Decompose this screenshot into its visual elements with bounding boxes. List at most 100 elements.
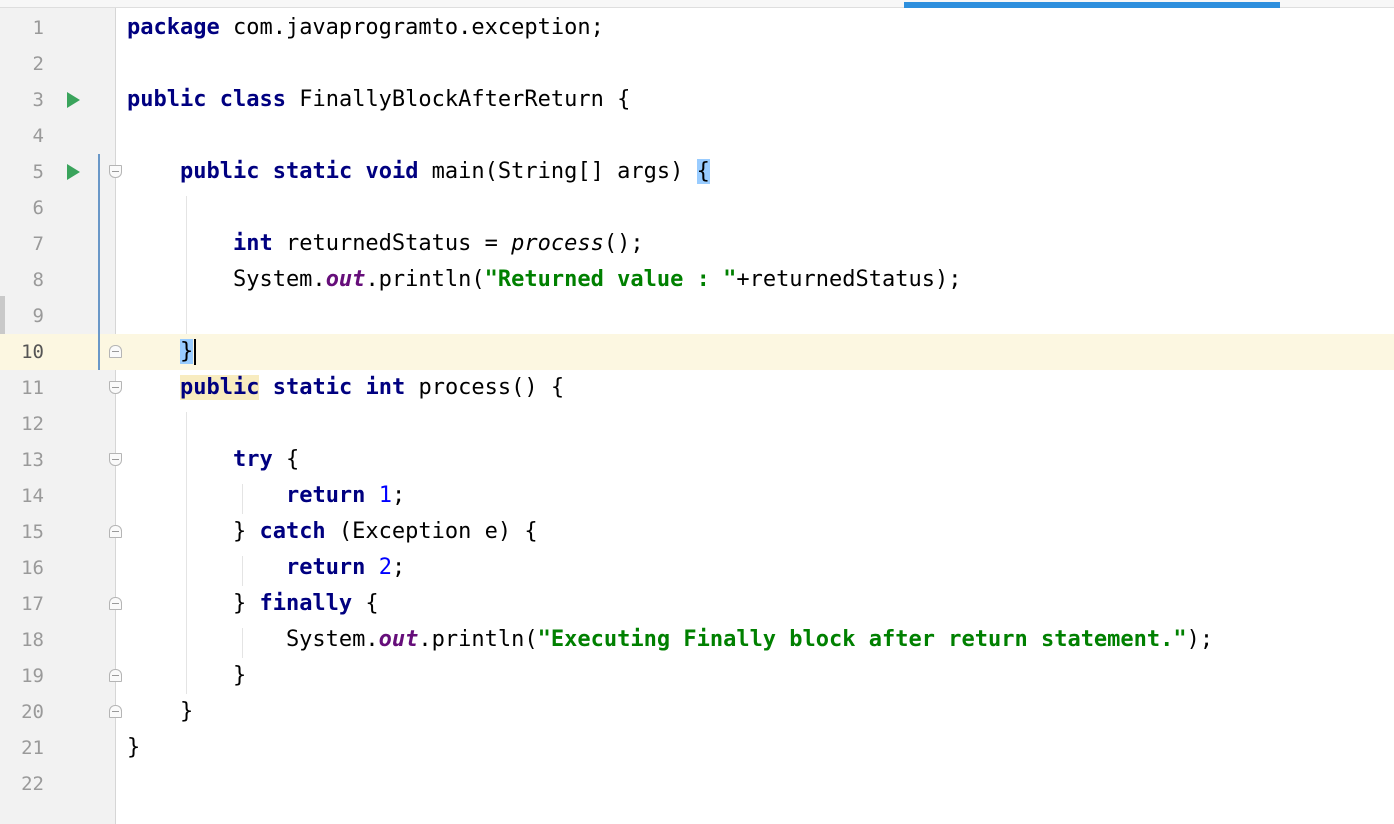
run-gutter-icon[interactable] xyxy=(67,92,80,108)
line-number: 19 xyxy=(21,665,44,687)
code-token: com.javaprogramto.exception; xyxy=(219,15,604,40)
fold-end-icon[interactable] xyxy=(109,525,122,538)
run-gutter-icon[interactable] xyxy=(67,164,80,180)
code-text[interactable]: public static int process() { xyxy=(127,370,564,406)
vcs-change-marker[interactable] xyxy=(98,226,100,262)
code-text[interactable]: int returnedStatus = process(); xyxy=(127,226,644,262)
code-text[interactable]: package com.javaprogramto.exception; xyxy=(127,10,604,46)
code-token: ; xyxy=(391,555,406,580)
vcs-change-marker[interactable] xyxy=(98,298,100,334)
code-line[interactable]: 11 public static int process() { xyxy=(0,370,1394,406)
fold-end-icon[interactable] xyxy=(109,669,122,682)
code-line[interactable]: 7 int returnedStatus = process(); xyxy=(0,226,1394,262)
code-line[interactable]: 22 xyxy=(0,766,1394,802)
code-token: System. xyxy=(127,267,326,292)
line-number: 13 xyxy=(21,449,44,471)
code-token: "Executing Finally block after return st… xyxy=(537,627,1187,652)
line-number: 14 xyxy=(21,485,44,507)
indent-guide xyxy=(186,412,187,694)
code-token: process() { xyxy=(405,375,565,400)
fold-start-icon[interactable] xyxy=(109,453,122,466)
code-text[interactable]: System.out.println("Executing Finally bl… xyxy=(127,622,1213,658)
code-line[interactable]: 14 return 1; xyxy=(0,478,1394,514)
code-token: +returnedStatus); xyxy=(736,267,962,292)
code-text[interactable]: } finally { xyxy=(127,586,379,622)
indent-guide xyxy=(242,628,243,658)
code-token: public xyxy=(179,375,260,400)
code-token: out xyxy=(325,267,366,292)
line-number: 10 xyxy=(21,341,44,363)
code-line[interactable]: 19 } xyxy=(0,658,1394,694)
code-text[interactable]: } xyxy=(127,334,197,370)
code-line[interactable]: 6 xyxy=(0,190,1394,226)
code-token: } xyxy=(179,339,194,364)
code-text[interactable]: try { xyxy=(127,442,299,478)
code-line[interactable]: 9 xyxy=(0,298,1394,334)
code-line[interactable]: 20 } xyxy=(0,694,1394,730)
code-line[interactable]: 16 return 2; xyxy=(0,550,1394,586)
code-token: return xyxy=(285,555,366,580)
code-token: } xyxy=(127,591,260,616)
fold-end-icon[interactable] xyxy=(109,345,122,358)
active-tab-indicator xyxy=(904,2,1280,8)
line-number: 8 xyxy=(32,269,44,291)
code-line[interactable]: 13 try { xyxy=(0,442,1394,478)
code-token: (); xyxy=(603,231,644,256)
vcs-change-marker[interactable] xyxy=(98,334,100,370)
code-token: process xyxy=(511,231,604,256)
code-line[interactable]: 12 xyxy=(0,406,1394,442)
code-token: ); xyxy=(1186,627,1214,652)
line-number: 22 xyxy=(21,773,44,795)
code-token: return xyxy=(285,483,366,508)
code-text[interactable]: } catch (Exception e) { xyxy=(127,514,538,550)
fold-start-icon[interactable] xyxy=(109,165,122,178)
line-number: 7 xyxy=(32,233,44,255)
code-line[interactable]: 18 System.out.println("Executing Finally… xyxy=(0,622,1394,658)
code-line[interactable]: 10 } xyxy=(0,334,1394,370)
code-text[interactable]: return 2; xyxy=(127,550,405,586)
code-line[interactable]: 17 } finally { xyxy=(0,586,1394,622)
code-line[interactable]: 2 xyxy=(0,46,1394,82)
fold-end-icon[interactable] xyxy=(109,705,122,718)
code-token: System. xyxy=(127,627,379,652)
text-caret xyxy=(194,339,197,365)
line-number: 2 xyxy=(32,53,44,75)
code-line[interactable]: 8 System.out.println("Returned value : "… xyxy=(0,262,1394,298)
code-text[interactable]: System.out.println("Returned value : "+r… xyxy=(127,262,962,298)
code-token: { xyxy=(272,447,300,472)
code-editor[interactable]: 1 package com.javaprogramto.exception; 2 3 p… xyxy=(0,10,1394,802)
code-text[interactable]: } xyxy=(127,730,140,766)
code-token: { xyxy=(352,591,379,616)
vcs-change-marker[interactable] xyxy=(98,190,100,226)
line-number: 1 xyxy=(32,17,44,39)
code-line[interactable]: 3 public class FinallyBlockAfterReturn { xyxy=(0,82,1394,118)
code-text[interactable]: public static void main(String[] args) { xyxy=(127,154,710,190)
line-number: 9 xyxy=(32,305,44,327)
fold-end-icon[interactable] xyxy=(109,597,122,610)
line-number: 21 xyxy=(21,737,44,759)
code-line[interactable]: 21} xyxy=(0,730,1394,766)
code-token: .println( xyxy=(418,627,538,652)
code-line[interactable]: 4 xyxy=(0,118,1394,154)
vcs-change-marker[interactable] xyxy=(98,154,100,190)
code-token: class xyxy=(219,87,286,112)
vcs-change-marker[interactable] xyxy=(98,262,100,298)
line-number: 18 xyxy=(21,629,44,651)
code-line[interactable]: 5 public static void main(String[] args)… xyxy=(0,154,1394,190)
code-text[interactable]: } xyxy=(127,694,193,730)
code-line[interactable]: 15 } catch (Exception e) { xyxy=(0,514,1394,550)
code-line[interactable]: 1 package com.javaprogramto.exception; xyxy=(0,10,1394,46)
code-token: 2 xyxy=(378,555,392,580)
line-number: 12 xyxy=(21,413,44,435)
code-text[interactable]: return 1; xyxy=(127,478,405,514)
fold-start-icon[interactable] xyxy=(109,381,122,394)
code-text[interactable]: public class FinallyBlockAfterReturn { xyxy=(127,82,630,118)
